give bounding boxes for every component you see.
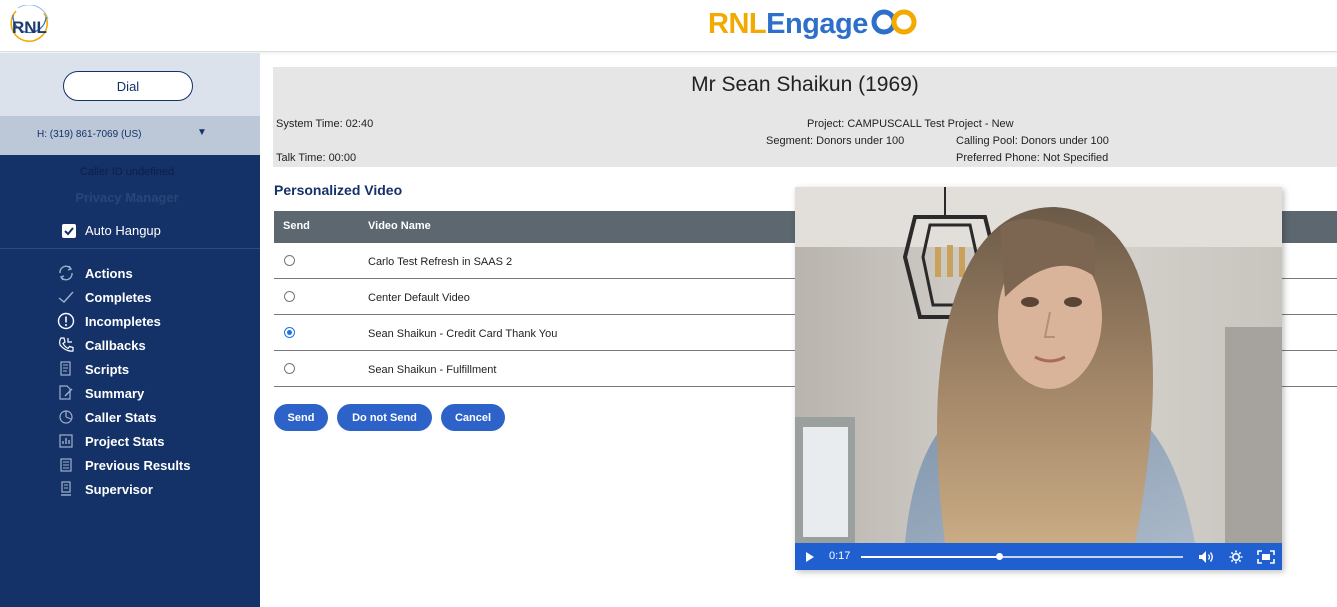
talk-time: Talk Time: 00:00 (276, 152, 357, 164)
video-progress-fill (861, 556, 1000, 558)
send-radio[interactable] (284, 363, 295, 374)
sidebar-item-previous-results[interactable]: Previous Results (56, 453, 191, 477)
video-name: Carlo Test Refresh in SAAS 2 (368, 256, 513, 268)
rnl-engage-brand: RNL Engage (708, 6, 918, 42)
preferred-phone-info: Preferred Phone: Not Specified (956, 152, 1109, 164)
video-frame (795, 187, 1282, 543)
sidebar-item-label: Incompletes (85, 313, 161, 329)
summary-edit-icon (56, 383, 76, 403)
privacy-manager-label: Privacy Manager (75, 190, 179, 205)
sidebar-item-project-stats[interactable]: Project Stats (56, 429, 191, 453)
sidebar-item-caller-stats[interactable]: Caller Stats (56, 405, 191, 429)
project-stats-icon (56, 431, 76, 451)
system-time: System Time: 02:40 (276, 118, 374, 130)
play-icon[interactable] (803, 548, 817, 565)
video-name: Sean Shaikun - Credit Card Thank You (368, 328, 558, 340)
sidebar-item-incompletes[interactable]: Incompletes (56, 309, 191, 333)
personalized-video-title: Personalized Video (274, 182, 403, 198)
auto-hangup-label: Auto Hangup (85, 223, 161, 238)
auto-hangup-toggle[interactable]: Auto Hangup (62, 223, 161, 238)
video-player[interactable]: 0:17 (795, 187, 1282, 570)
sidebar-divider (0, 248, 260, 249)
video-name: Sean Shaikun - Fulfillment (368, 364, 497, 376)
rnl-logo-text: RNL (12, 18, 47, 37)
caller-id-text: Caller ID undefined (79, 166, 175, 178)
video-progress-bar[interactable] (861, 553, 1183, 560)
sidebar-item-label: Caller Stats (85, 409, 157, 425)
video-progress-handle[interactable] (996, 553, 1004, 560)
sidebar-item-label: Supervisor (85, 481, 153, 497)
script-document-icon (56, 359, 76, 379)
refresh-icon (56, 263, 76, 283)
do-not-send-button[interactable]: Do not Send (337, 404, 432, 431)
sidebar-item-label: Previous Results (85, 457, 191, 473)
sidebar-item-label: Actions (85, 265, 133, 281)
project-info: Project: CAMPUSCALL Test Project - New (807, 118, 1014, 130)
video-name: Center Default Video (368, 292, 470, 304)
column-header-video-name: Video Name (368, 220, 431, 232)
segment-info: Segment: Donors under 100 (766, 135, 905, 147)
sidebar-item-label: Callbacks (85, 337, 146, 353)
phone-number: H: (319) 861-7069 (US) (37, 129, 142, 140)
sidebar-item-completes[interactable]: Completes (56, 285, 191, 309)
supervisor-icon (56, 479, 76, 499)
infinity-icon (870, 7, 918, 42)
settings-gear-icon[interactable] (1227, 548, 1245, 565)
fullscreen-icon[interactable] (1256, 548, 1276, 565)
sidebar-item-label: Completes (85, 289, 152, 305)
auto-hangup-checkbox[interactable] (62, 223, 76, 238)
top-bar: RNL RNL Engage (0, 0, 1337, 52)
video-current-time: 0:17 (829, 550, 851, 562)
sidebar-nav: Actions Completes Incompletes Callbacks … (56, 261, 191, 501)
column-header-send: Send (283, 220, 310, 232)
contact-name: Mr Sean Shaikun (1969) (691, 73, 919, 96)
exclamation-circle-icon (56, 311, 76, 331)
send-radio[interactable] (284, 291, 295, 302)
phone-callback-icon (56, 335, 76, 355)
dial-button[interactable]: Dial (63, 71, 193, 101)
brand-engage-text: Engage (766, 7, 868, 40)
video-controls: 0:17 (795, 543, 1282, 570)
sidebar-item-scripts[interactable]: Scripts (56, 357, 191, 381)
checkmark-icon (56, 287, 76, 307)
sidebar-item-actions[interactable]: Actions (56, 261, 191, 285)
send-radio[interactable] (284, 255, 295, 266)
sidebar: Dial H: (319) 861-7069 (US) ▼ Caller ID … (0, 53, 260, 607)
volume-icon[interactable] (1197, 548, 1215, 565)
send-button[interactable]: Send (274, 404, 328, 431)
caret-down-icon[interactable]: ▼ (197, 127, 207, 138)
sidebar-item-summary[interactable]: Summary (56, 381, 191, 405)
brand-rnl-text: RNL (708, 7, 767, 40)
cancel-button[interactable]: Cancel (441, 404, 505, 431)
checkmark-icon (64, 226, 74, 235)
previous-results-icon (56, 455, 76, 475)
contact-header: Mr Sean Shaikun (1969) System Time: 02:4… (273, 67, 1337, 167)
calling-pool-info: Calling Pool: Donors under 100 (956, 135, 1109, 147)
rnl-logo[interactable]: RNL (6, 4, 52, 47)
dial-area: Dial (0, 53, 260, 116)
caller-stats-icon (56, 407, 76, 427)
sidebar-item-label: Project Stats (85, 433, 165, 449)
phone-selector[interactable]: H: (319) 861-7069 (US) ▼ (0, 116, 260, 155)
send-radio[interactable] (284, 327, 295, 338)
sidebar-item-supervisor[interactable]: Supervisor (56, 477, 191, 501)
sidebar-item-callbacks[interactable]: Callbacks (56, 333, 191, 357)
sidebar-item-label: Summary (85, 385, 145, 401)
sidebar-item-label: Scripts (85, 361, 130, 377)
